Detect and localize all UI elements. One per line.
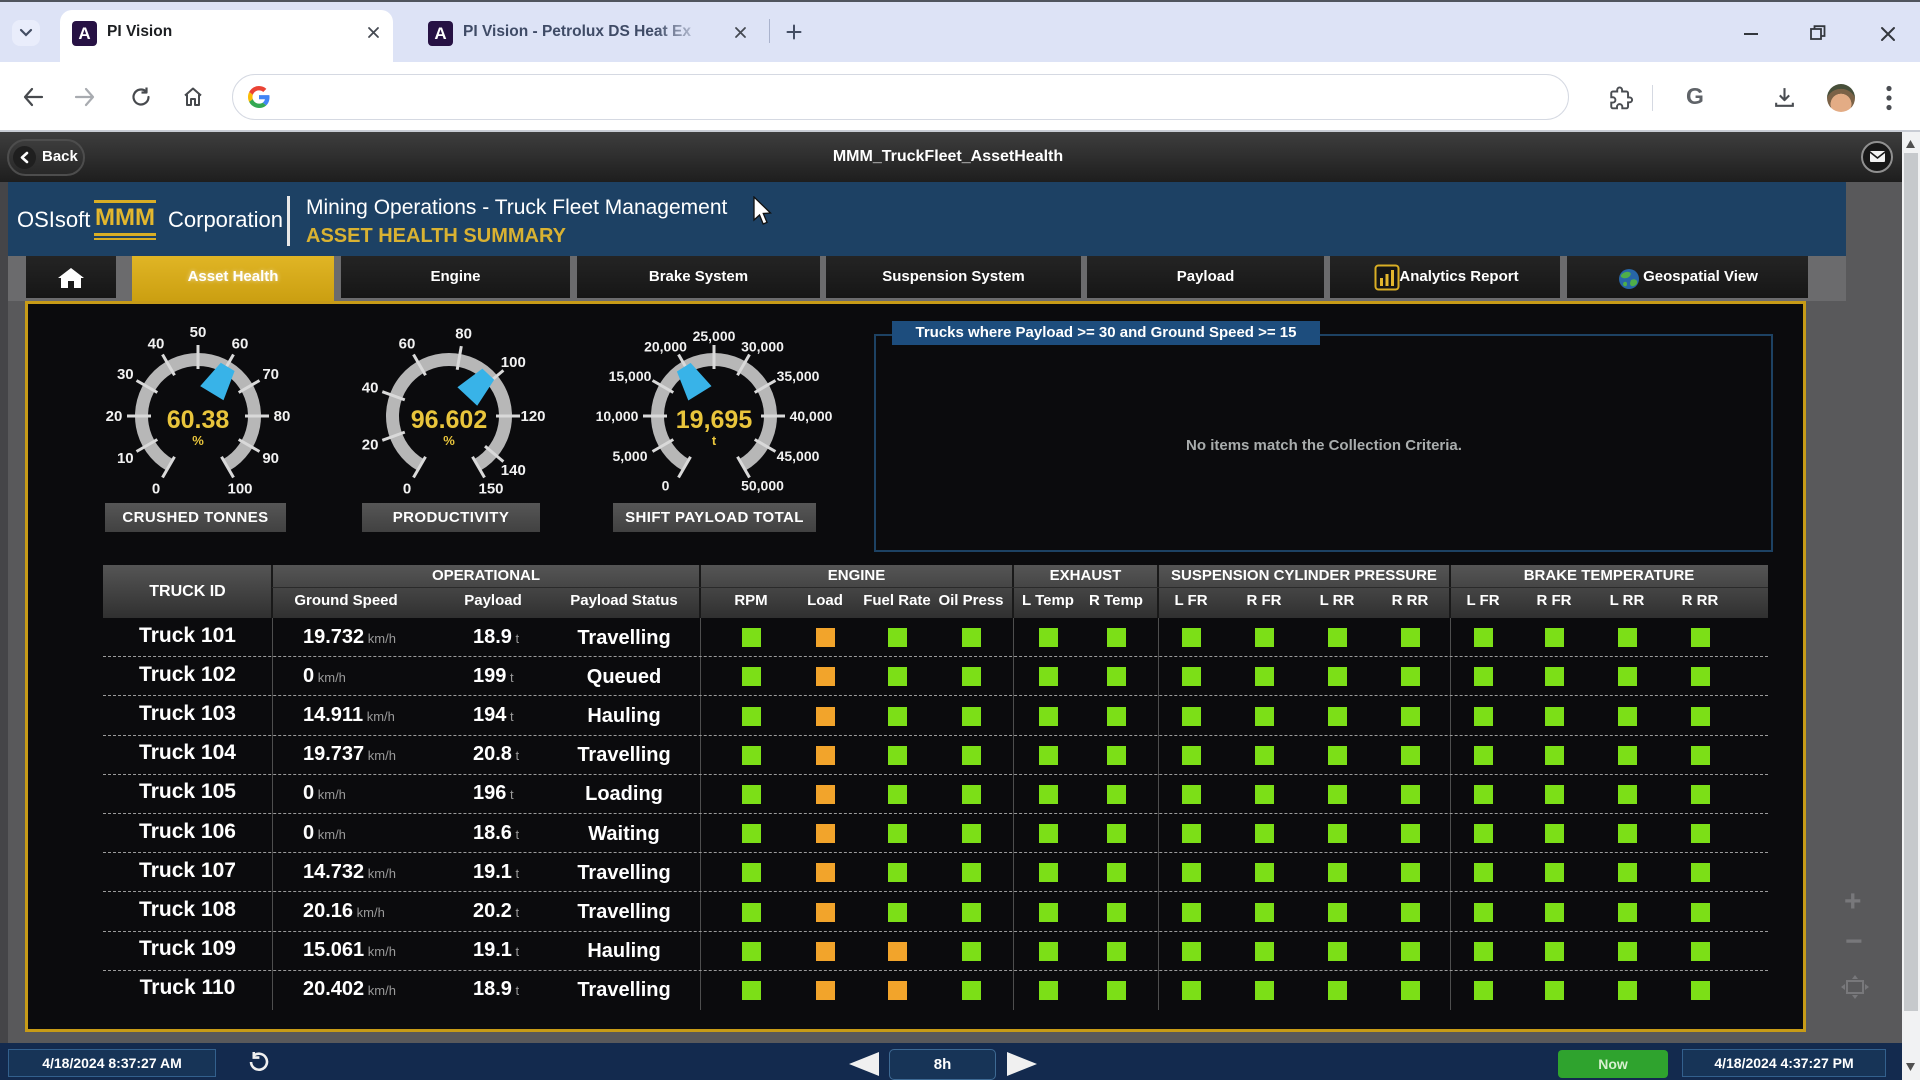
svg-text:20,000: 20,000 <box>644 339 687 355</box>
svg-text:20: 20 <box>106 408 123 425</box>
svg-text:0: 0 <box>152 481 160 498</box>
svg-text:40,000: 40,000 <box>790 408 833 424</box>
svg-text:120: 120 <box>520 408 545 425</box>
svg-text:t: t <box>712 433 717 448</box>
svg-text:60.38: 60.38 <box>167 406 230 434</box>
svg-text:140: 140 <box>501 462 526 479</box>
svg-text:0: 0 <box>662 477 670 493</box>
svg-text:60: 60 <box>399 335 416 352</box>
svg-text:30: 30 <box>117 366 134 383</box>
svg-text:25,000: 25,000 <box>693 328 736 344</box>
svg-text:100: 100 <box>501 354 526 371</box>
svg-text:19,695: 19,695 <box>676 406 753 434</box>
svg-text:10,000: 10,000 <box>596 408 639 424</box>
svg-text:45,000: 45,000 <box>777 448 820 464</box>
svg-text:60: 60 <box>232 335 249 352</box>
svg-text:40: 40 <box>362 379 379 396</box>
svg-text:35,000: 35,000 <box>777 368 820 384</box>
svg-text:70: 70 <box>262 366 279 383</box>
svg-text:96.602: 96.602 <box>411 406 487 434</box>
svg-text:50,000: 50,000 <box>741 477 784 493</box>
svg-text:10: 10 <box>117 450 134 467</box>
svg-text:90: 90 <box>262 450 279 467</box>
svg-text:150: 150 <box>478 481 503 498</box>
svg-text:100: 100 <box>227 481 252 498</box>
svg-text:5,000: 5,000 <box>612 448 647 464</box>
svg-text:0: 0 <box>403 481 411 498</box>
svg-text:20: 20 <box>362 437 379 454</box>
svg-text:80: 80 <box>274 408 291 425</box>
svg-text:30,000: 30,000 <box>741 339 784 355</box>
svg-text:%: % <box>192 433 204 448</box>
svg-text:40: 40 <box>148 335 165 352</box>
svg-text:50: 50 <box>190 324 207 341</box>
svg-text:15,000: 15,000 <box>609 368 652 384</box>
svg-text:%: % <box>443 433 455 448</box>
svg-text:80: 80 <box>455 325 472 342</box>
